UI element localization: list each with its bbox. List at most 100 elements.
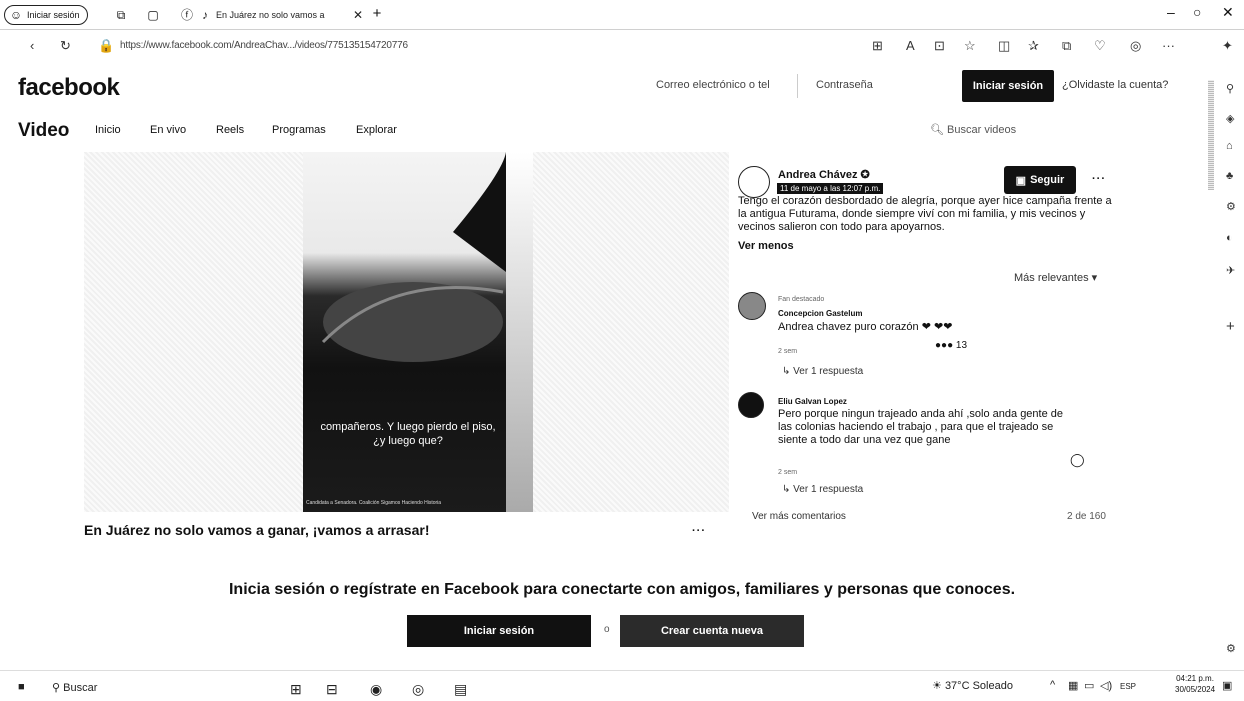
comment-sort-dropdown[interactable]: Más relevantes ▾	[1014, 271, 1097, 284]
comment-time[interactable]: 2 sem	[778, 348, 797, 355]
reaction-count[interactable]: ●●● 13	[935, 340, 967, 351]
comment-text: Andrea chavez puro corazón ❤ ❤❤	[778, 321, 953, 333]
video-frame-art	[321, 152, 506, 362]
more-menu-icon[interactable]: ···	[1162, 38, 1175, 53]
sidebar-settings-icon[interactable]: ⚙	[1226, 642, 1236, 655]
tools-icon[interactable]: ⌂	[1226, 140, 1233, 152]
post-date[interactable]: 11 de mayo a las 12:07 p.m.	[777, 183, 884, 194]
follow-icon: ▣	[1015, 174, 1027, 187]
taskbar	[0, 670, 1244, 701]
favorites-icon[interactable]: ✰	[1028, 38, 1039, 54]
video-caption: compañeros. Y luego pierdo el piso, ¿y l…	[320, 421, 496, 447]
extension-icon[interactable]: ⊡	[934, 38, 945, 54]
weather-text: 37°C Soleado	[944, 680, 1013, 692]
video-search[interactable]: 🔍︎ Buscar videos	[930, 123, 1016, 136]
split-screen-icon[interactable]: ◫	[998, 38, 1010, 54]
close-window-icon[interactable]: ✕	[1222, 4, 1234, 21]
designer-icon[interactable]: ✈	[1226, 264, 1235, 277]
commenter-name[interactable]: Eliu Galvan Lopez	[778, 397, 847, 406]
login-tab[interactable]: ☺ Iniciar sesión	[4, 5, 88, 25]
active-tab-title: En Juárez no solo vamos a	[216, 10, 325, 20]
post-more-button[interactable]: ···	[1092, 173, 1106, 185]
commenter-avatar[interactable]	[738, 392, 764, 418]
outlook-icon[interactable]: ◐	[1226, 232, 1233, 244]
new-tab-icon[interactable]: +	[370, 6, 384, 21]
follow-button[interactable]: ▣ Seguir	[1004, 166, 1076, 194]
nav-item-programas[interactable]: Programas	[272, 124, 326, 136]
copilot-sidebar-icon[interactable]: ✦	[1222, 38, 1233, 54]
search-icon: 🔍︎	[930, 124, 944, 136]
video-more-button[interactable]: ···	[692, 525, 706, 537]
app-available-icon[interactable]: ⊞	[872, 38, 883, 54]
facebook-logo[interactable]: facebook	[18, 74, 120, 102]
view-replies-link[interactable]: ↳ Ver 1 respuesta	[782, 366, 863, 377]
store-icon[interactable]: ▤	[454, 681, 467, 698]
task-view-icon[interactable]: ⊞	[290, 681, 302, 698]
video-edge	[506, 152, 533, 512]
clock[interactable]: 04:21 p.m. 30/05/2024	[1175, 673, 1215, 695]
read-aloud-icon[interactable]: A	[906, 38, 915, 53]
reaction-number: 13	[955, 340, 968, 351]
display-icon[interactable]: ▭	[1084, 679, 1094, 692]
file-explorer-icon[interactable]: ⊟	[326, 681, 338, 698]
post-text: Tengo el corazón desbordado de alegría, …	[738, 195, 1112, 233]
add-sidebar-icon[interactable]: +	[1226, 318, 1235, 335]
minimize-icon[interactable]: –	[1167, 4, 1175, 20]
search-sidebar-icon[interactable]: ⚲	[1226, 82, 1234, 95]
volume-icon[interactable]: ◁)	[1100, 679, 1112, 692]
games-icon[interactable]: ♣	[1226, 170, 1233, 182]
copilot-icon[interactable]: ◎	[1130, 38, 1141, 54]
nav-item-inicio[interactable]: Inicio	[95, 124, 121, 136]
speaker-icon[interactable]: ♪	[198, 8, 212, 22]
reaction-icon[interactable]: ◯	[1070, 452, 1085, 468]
edge-icon[interactable]: ◉	[370, 681, 382, 698]
email-field[interactable]: Correo electrónico o tel	[650, 74, 798, 98]
refresh-icon[interactable]: ↻	[60, 38, 71, 54]
start-icon[interactable]: ■	[18, 681, 25, 693]
clock-date: 30/05/2024	[1175, 685, 1216, 694]
favorite-icon[interactable]: ☆	[964, 38, 976, 54]
office-icon[interactable]: ⚙	[1226, 200, 1236, 213]
network-icon[interactable]: ▦	[1068, 679, 1078, 692]
tab-actions-icon[interactable]: ▢	[146, 8, 160, 22]
prompt-separator: o	[604, 624, 610, 635]
active-tab[interactable]: ⓕ ♪ En Juárez no solo vamos a ✕	[180, 4, 365, 26]
create-account-button[interactable]: Crear cuenta nueva	[620, 615, 804, 647]
header-login-button[interactable]: Iniciar sesión	[962, 70, 1054, 102]
comments-count: 2 de 160	[1067, 511, 1106, 522]
chrome-icon[interactable]: ◎	[412, 681, 424, 698]
prompt-login-button[interactable]: Iniciar sesión	[407, 615, 591, 647]
site-info-icon[interactable]: 🔒	[98, 38, 114, 54]
author-avatar[interactable]	[738, 166, 770, 198]
browser-essentials-icon[interactable]: ♡	[1094, 38, 1106, 54]
maximize-icon[interactable]: ○	[1193, 4, 1201, 20]
taskbar-search[interactable]: ⚲ Buscar	[52, 681, 97, 694]
follow-label: Seguir	[1030, 174, 1065, 186]
video-search-placeholder: Buscar videos	[947, 124, 1017, 136]
reaction-icons: ●●●	[935, 340, 954, 351]
see-less-link[interactable]: Ver menos	[738, 240, 794, 252]
forgot-account-link[interactable]: ¿Olvidaste la cuenta?	[1062, 79, 1168, 91]
page-scrollbar[interactable]	[1208, 80, 1214, 190]
nav-item-explorar[interactable]: Explorar	[356, 124, 397, 136]
chevron-up-icon[interactable]: ^	[1050, 679, 1055, 691]
video-frame[interactable]	[303, 152, 506, 512]
language-indicator[interactable]: ESP	[1120, 682, 1136, 691]
password-field[interactable]: Contraseña	[810, 74, 950, 98]
commenter-name[interactable]: Concepcion Gastelum	[778, 309, 862, 318]
nav-item-en-vivo[interactable]: En vivo	[150, 124, 186, 136]
commenter-avatar[interactable]	[738, 292, 766, 320]
collections-icon[interactable]: ⧉	[1062, 38, 1071, 54]
weather-widget[interactable]: ☀ 37°C Soleado	[932, 679, 1013, 692]
workspaces-icon[interactable]: ⧉	[114, 8, 128, 22]
post-author[interactable]: Andrea Chávez ✪	[778, 168, 870, 181]
back-icon[interactable]: ‹	[30, 38, 34, 53]
comment-time[interactable]: 2 sem	[778, 469, 797, 476]
address-url[interactable]: https://www.facebook.com/AndreaChav.../v…	[120, 40, 408, 51]
view-replies-link[interactable]: ↳ Ver 1 respuesta	[782, 484, 863, 495]
nav-item-reels[interactable]: Reels	[216, 124, 244, 136]
more-comments-link[interactable]: Ver más comentarios	[752, 511, 846, 522]
notifications-icon[interactable]: ▣	[1222, 679, 1232, 692]
close-tab-icon[interactable]: ✕	[351, 8, 365, 22]
shopping-icon[interactable]: ◈	[1226, 112, 1234, 125]
